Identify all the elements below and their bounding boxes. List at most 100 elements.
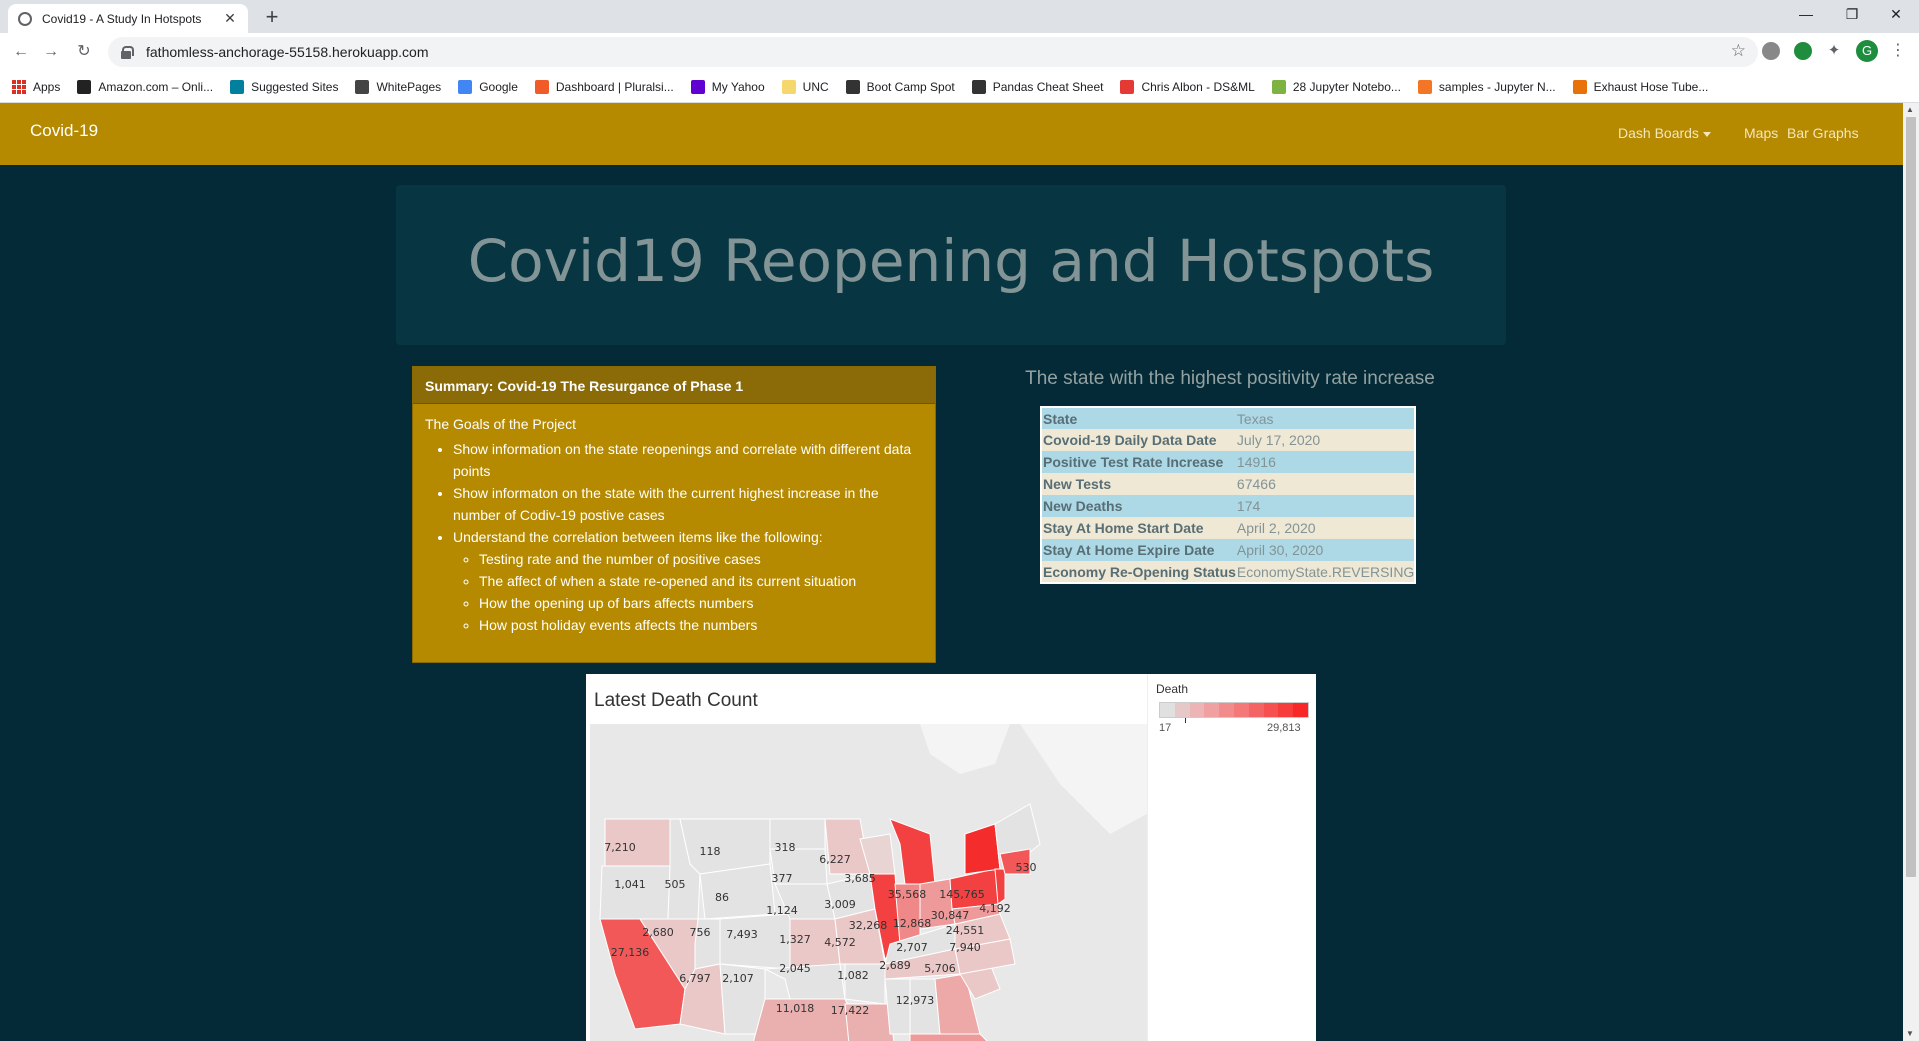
page-scrollbar[interactable]: ▲ ▼ bbox=[1903, 103, 1919, 1041]
row-value: April 2, 2020 bbox=[1235, 517, 1416, 539]
bookmark-item[interactable]: Google bbox=[458, 79, 518, 94]
legend-color-scale bbox=[1159, 702, 1309, 718]
bookmark-item[interactable]: Apps bbox=[12, 79, 60, 94]
bookmark-item[interactable]: My Yahoo bbox=[690, 79, 765, 94]
amazon-icon bbox=[77, 79, 92, 94]
tab-strip: Covid19 - A Study In Hotspots ✕ + — ❐ ✕ bbox=[0, 0, 1919, 33]
navbar-brand[interactable]: Covid-19 bbox=[30, 121, 98, 141]
scroll-down-icon[interactable]: ▼ bbox=[1906, 1029, 1914, 1038]
address-bar[interactable]: fathomless-anchorage-55158.herokuapp.com… bbox=[108, 37, 1758, 67]
bookmark-item[interactable]: Boot Camp Spot bbox=[845, 79, 955, 94]
close-window-icon[interactable]: ✕ bbox=[1873, 0, 1919, 29]
bookmark-item[interactable]: Exhaust Hose Tube... bbox=[1572, 79, 1708, 94]
reload-icon[interactable]: ↻ bbox=[73, 41, 95, 63]
legend-swatch bbox=[1248, 703, 1264, 717]
bing-icon bbox=[230, 79, 245, 94]
state-death-label: 3,009 bbox=[824, 898, 856, 911]
exhaust-icon bbox=[1572, 79, 1587, 94]
site-navbar: Covid-19 Dash Boards Maps Bar Graphs bbox=[0, 103, 1903, 165]
table-row: Stay At Home Start Date April 2, 2020 bbox=[1041, 517, 1416, 539]
bookmark-item[interactable]: 28 Jupyter Notebo... bbox=[1271, 79, 1401, 94]
nav-bar-graphs[interactable]: Bar Graphs bbox=[1787, 125, 1859, 141]
us-map[interactable]: 7,210 118 318 6,227 1,041 505 377 3,685 530 86 35,… bbox=[590, 724, 1147, 1041]
state-death-label: 86 bbox=[715, 891, 729, 904]
extension-icon[interactable] bbox=[1762, 42, 1780, 60]
nav-maps[interactable]: Maps bbox=[1744, 125, 1778, 141]
table-row: New Tests 67466 bbox=[1041, 473, 1416, 495]
row-key: Economy Re-Opening Status bbox=[1041, 561, 1236, 583]
state-death-label: 32,268 bbox=[849, 919, 888, 932]
goal-subitem: How the opening up of bars affects numbe… bbox=[479, 592, 923, 614]
state-death-label: 24,551 bbox=[946, 924, 985, 937]
forward-icon[interactable]: → bbox=[40, 41, 62, 63]
row-key: New Tests bbox=[1041, 473, 1236, 495]
state-or[interactable] bbox=[599, 865, 671, 920]
table-row: Positive Test Rate Increase 14916 bbox=[1041, 451, 1416, 473]
row-value: 67466 bbox=[1235, 473, 1416, 495]
row-key: New Deaths bbox=[1041, 495, 1236, 517]
state-death-label: 530 bbox=[1016, 861, 1037, 874]
browser-menu-icon[interactable]: ⋮ bbox=[1890, 40, 1906, 60]
positivity-table: State Texas Covoid-19 Daily Data Date July … bbox=[1040, 406, 1417, 584]
goal-subitems: Testing rate and the number of positive … bbox=[479, 548, 923, 636]
bookmark-item[interactable]: Dashboard | Pluralsi... bbox=[534, 79, 674, 94]
nav-dash-boards[interactable]: Dash Boards bbox=[1618, 125, 1711, 141]
table-row: State Texas bbox=[1041, 407, 1416, 429]
goal-item: Show informaton on the state with the cu… bbox=[453, 482, 923, 526]
back-icon[interactable]: ← bbox=[10, 41, 32, 63]
summary-card: Summary: Covid-19 The Resurgance of Phas… bbox=[412, 366, 936, 663]
new-tab-button[interactable]: + bbox=[258, 4, 286, 32]
bookmark-label: Chris Albon - DS&ML bbox=[1141, 79, 1255, 94]
tab-close-icon[interactable]: ✕ bbox=[222, 10, 238, 27]
state-death-label: 2,707 bbox=[896, 941, 928, 954]
goal-item-text: Understand the correlation between items… bbox=[453, 529, 823, 545]
bookmark-item[interactable]: Chris Albon - DS&ML bbox=[1120, 79, 1255, 94]
state-death-label: 1,082 bbox=[837, 969, 869, 982]
state-death-label: 505 bbox=[665, 878, 686, 891]
scroll-up-icon[interactable]: ▲ bbox=[1906, 105, 1914, 114]
grammarly-icon[interactable] bbox=[1794, 42, 1812, 60]
page-content: Covid-19 Dash Boards Maps Bar Graphs Cov… bbox=[0, 103, 1903, 1041]
bookmark-item[interactable]: samples - Jupyter N... bbox=[1417, 79, 1556, 94]
restore-icon[interactable]: ❐ bbox=[1829, 0, 1875, 29]
bookmark-star-icon[interactable]: ☆ bbox=[1731, 41, 1746, 61]
bootcamp-icon bbox=[845, 79, 860, 94]
bookmark-label: Google bbox=[479, 79, 518, 94]
goals-list: Show information on the state reopenings… bbox=[453, 438, 923, 636]
state-death-label: 2,689 bbox=[879, 959, 911, 972]
state-death-label: 2,680 bbox=[642, 926, 674, 939]
bookmark-item[interactable]: UNC bbox=[781, 79, 829, 94]
caret-down-icon bbox=[1702, 131, 1711, 137]
bookmark-label: Pandas Cheat Sheet bbox=[992, 79, 1104, 94]
bookmark-item[interactable]: Amazon.com – Onli... bbox=[77, 79, 213, 94]
state-death-label: 12,973 bbox=[896, 994, 935, 1007]
tab-title: Covid19 - A Study In Hotspots bbox=[42, 11, 202, 26]
state-death-label: 12,868 bbox=[893, 917, 932, 930]
bookmarks-bar: Apps Amazon.com – Onli... Suggested Sites W… bbox=[0, 71, 1919, 103]
map-divider bbox=[1147, 674, 1148, 1041]
row-value: 174 bbox=[1235, 495, 1416, 517]
github-icon bbox=[971, 79, 986, 94]
chrisalbon-icon bbox=[1120, 79, 1135, 94]
bookmark-item[interactable]: Suggested Sites bbox=[230, 79, 338, 94]
state-death-label: 17,422 bbox=[831, 1004, 870, 1017]
us-map-svg[interactable]: 7,210 118 318 6,227 1,041 505 377 3,685 530 86 35,… bbox=[590, 724, 1147, 1041]
state-death-label: 35,568 bbox=[888, 888, 927, 901]
death-count-map[interactable]: Latest Death Count 7,210 118 318 6,227 1… bbox=[586, 674, 1316, 1041]
apps-grid-icon bbox=[12, 79, 26, 94]
bookmark-item[interactable]: Pandas Cheat Sheet bbox=[971, 79, 1104, 94]
browser-tab[interactable]: Covid19 - A Study In Hotspots ✕ bbox=[8, 4, 248, 33]
legend-swatch bbox=[1189, 703, 1205, 717]
extensions-puzzle-icon[interactable]: ✦ bbox=[1825, 42, 1843, 60]
legend-tick bbox=[1185, 718, 1186, 723]
jupyter-icon bbox=[1417, 79, 1432, 94]
state-death-label: 145,765 bbox=[939, 888, 985, 901]
bookmark-item[interactable]: WhitePages bbox=[355, 79, 441, 94]
state-death-label: 377 bbox=[772, 872, 793, 885]
minimize-icon[interactable]: — bbox=[1783, 0, 1829, 29]
state-wy[interactable] bbox=[699, 863, 776, 920]
scroll-thumb[interactable] bbox=[1906, 117, 1916, 877]
nav-dash-boards-label: Dash Boards bbox=[1618, 125, 1699, 141]
state-death-label: 6,227 bbox=[819, 853, 851, 866]
profile-avatar[interactable]: G bbox=[1856, 40, 1878, 62]
